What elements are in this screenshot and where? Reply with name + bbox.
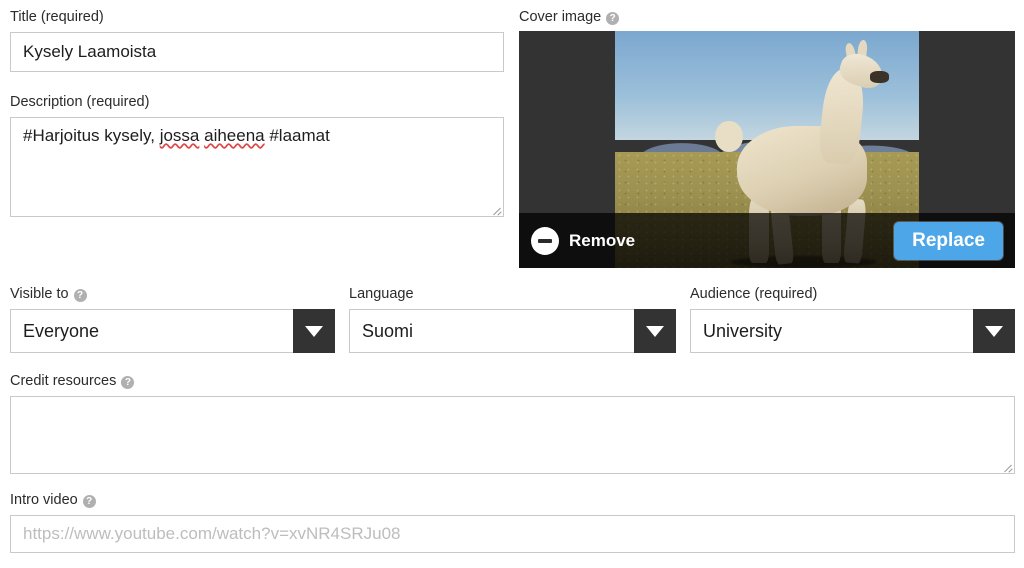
visible-to-field-group: Visible to ? Everyone [10, 285, 335, 353]
intro-video-label-text: Intro video [10, 492, 78, 508]
audience-label-text: Audience (required) [690, 286, 818, 302]
course-settings-form: Title (required) Description (required) … [0, 0, 1024, 568]
help-icon[interactable]: ? [121, 375, 135, 389]
description-field-group: Description (required) #Harjoitus kysely… [10, 93, 504, 217]
title-input[interactable] [10, 32, 504, 72]
visible-to-label-text: Visible to [10, 286, 69, 302]
chevron-down-icon[interactable] [293, 309, 335, 353]
chevron-down-icon[interactable] [634, 309, 676, 353]
visible-to-value: Everyone [10, 309, 293, 353]
credit-resources-textarea[interactable] [10, 396, 1015, 474]
credit-resources-label-text: Credit resources [10, 373, 117, 389]
audience-select[interactable]: University [690, 309, 1015, 353]
help-icon[interactable]: ? [82, 494, 96, 508]
credit-resources-field-group: Credit resources ? [10, 372, 1015, 474]
cover-image-label-group: Cover image ? [519, 8, 620, 26]
language-value: Suomi [349, 309, 634, 353]
visible-to-select[interactable]: Everyone [10, 309, 335, 353]
help-icon[interactable]: ? [73, 288, 87, 302]
intro-video-input[interactable] [10, 515, 1015, 553]
visible-to-label: Visible to ? [10, 285, 335, 303]
cover-image-label-text: Cover image [519, 9, 602, 25]
title-label: Title (required) [10, 8, 504, 26]
language-field-group: Language Suomi [349, 285, 676, 353]
cover-image-preview[interactable]: Remove Replace [519, 31, 1015, 268]
remove-button-label: Remove [569, 230, 636, 250]
replace-cover-image-button[interactable]: Replace [894, 221, 1003, 260]
description-label-text: Description (required) [10, 94, 150, 110]
photo-llama-tail [715, 121, 743, 152]
help-icon[interactable]: ? [606, 11, 620, 25]
photo-llama-snout [870, 71, 889, 84]
language-select[interactable]: Suomi [349, 309, 676, 353]
description-textarea[interactable] [10, 117, 504, 217]
intro-video-field-group: Intro video ? [10, 491, 1015, 553]
intro-video-label: Intro video ? [10, 491, 1015, 509]
language-label-text: Language [349, 286, 414, 302]
language-label: Language [349, 285, 676, 303]
cover-image-label: Cover image ? [519, 8, 620, 26]
remove-cover-image-button[interactable]: Remove [531, 226, 636, 255]
description-label: Description (required) [10, 93, 504, 111]
chevron-down-icon[interactable] [973, 309, 1015, 353]
minus-circle-icon [531, 226, 559, 255]
credit-resources-label: Credit resources ? [10, 372, 1015, 390]
audience-label: Audience (required) [690, 285, 1015, 303]
audience-value: University [690, 309, 973, 353]
audience-field-group: Audience (required) University [690, 285, 1015, 353]
title-label-text: Title (required) [10, 9, 104, 25]
title-field-group: Title (required) [10, 8, 504, 72]
cover-image-toolbar: Remove Replace [519, 213, 1015, 268]
